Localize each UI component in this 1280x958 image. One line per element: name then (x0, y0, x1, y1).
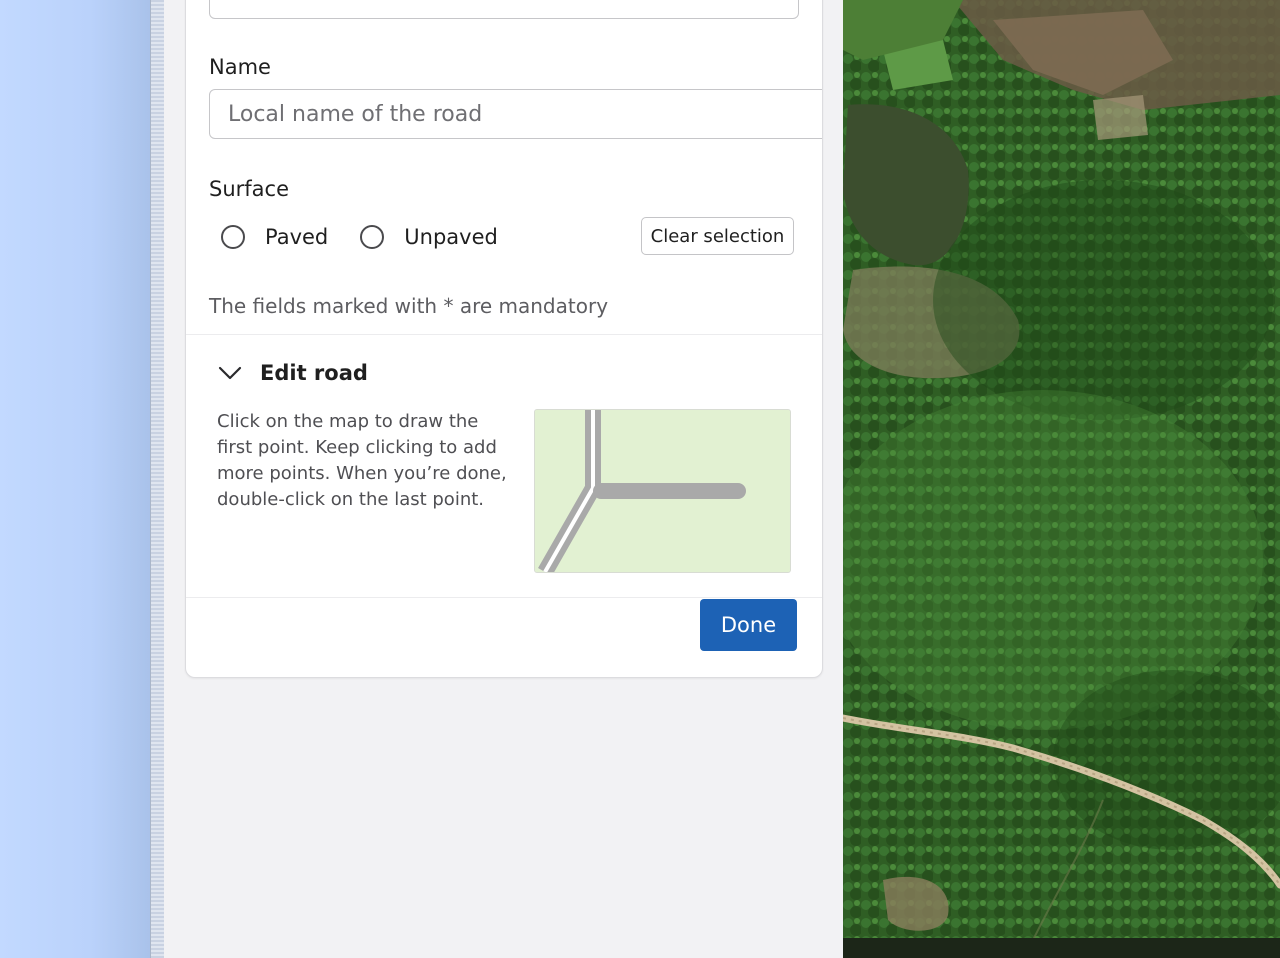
road-type-field[interactable] (209, 0, 799, 19)
road-drawing-graphic (535, 410, 790, 572)
name-input[interactable] (209, 89, 822, 139)
surface-label: Surface (209, 177, 290, 201)
road-form-card: Name Surface Paved Unpaved Clear selecti… (185, 0, 823, 678)
radio-unpaved-circle[interactable] (360, 225, 385, 249)
clear-selection-button[interactable]: Clear selection (641, 217, 794, 255)
edit-road-header[interactable]: Edit road (216, 357, 368, 389)
radio-unpaved-label: Unpaved (404, 225, 498, 249)
edit-road-title: Edit road (260, 361, 368, 385)
draw-road-illustration (534, 409, 791, 573)
radio-paved-circle[interactable] (221, 225, 245, 249)
left-sidebar-strip (0, 0, 150, 958)
footer-divider (186, 597, 822, 598)
sidebar-scrollbar[interactable] (150, 0, 165, 958)
section-divider (186, 334, 822, 335)
surface-radio-group: Paved Unpaved (221, 221, 530, 253)
satellite-imagery (843, 0, 1280, 958)
radio-paved[interactable]: Paved (221, 225, 328, 249)
chevron-down-icon[interactable] (216, 359, 244, 387)
radio-unpaved[interactable]: Unpaved (360, 225, 498, 249)
mandatory-note: The fields marked with * are mandatory (209, 294, 609, 318)
edit-road-instructions: Click on the map to draw the first point… (217, 411, 507, 510)
radio-paved-label: Paved (265, 225, 329, 249)
name-label: Name (209, 55, 271, 79)
done-button[interactable]: Done (700, 599, 797, 651)
satellite-map[interactable] (843, 0, 1280, 958)
